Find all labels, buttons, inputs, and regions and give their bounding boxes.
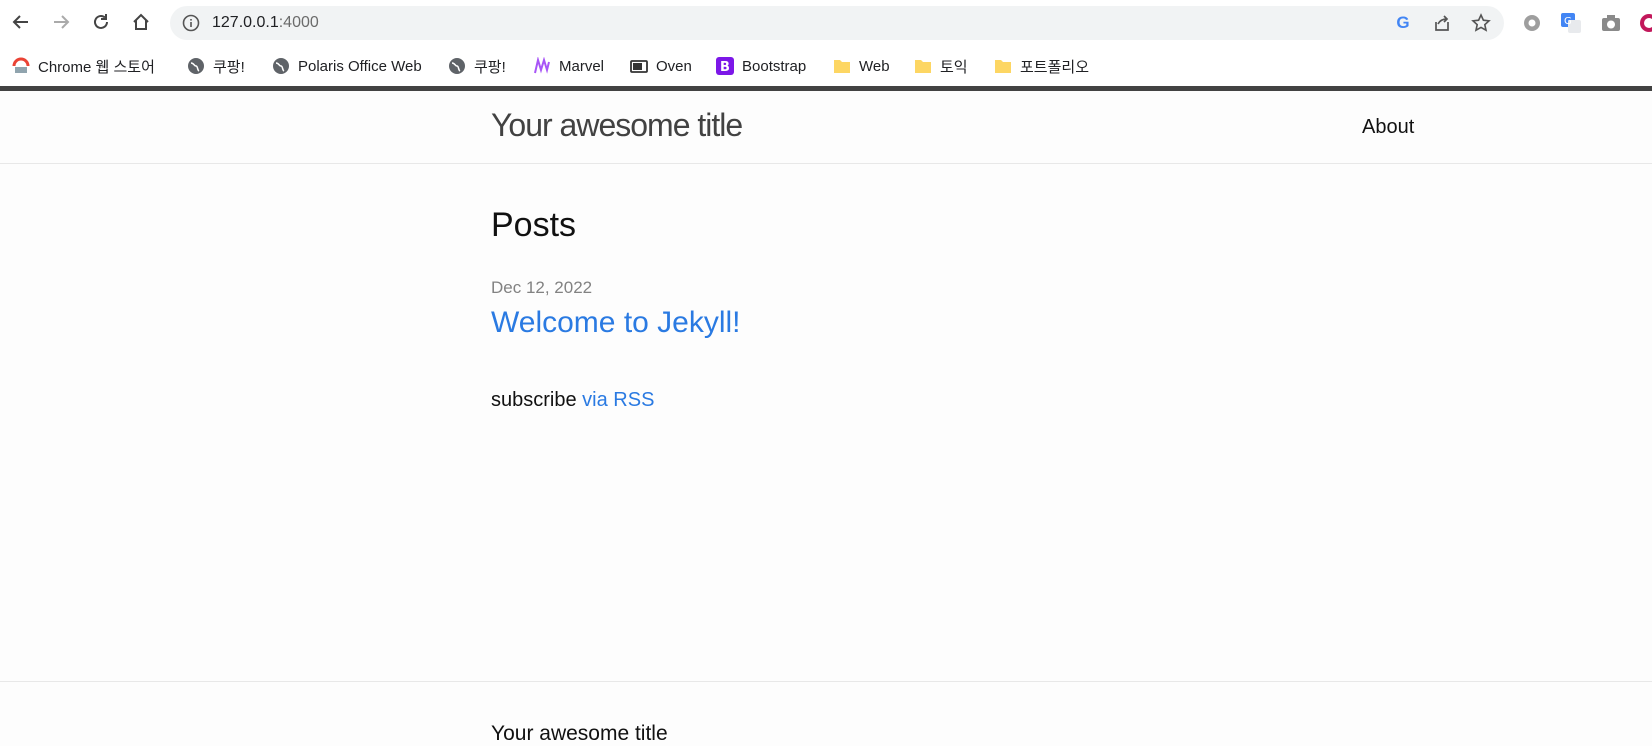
rss-link[interactable]: via RSS: [582, 389, 654, 411]
globe-icon: [448, 57, 466, 75]
profile-extension-icon[interactable]: [1638, 12, 1652, 34]
chrome-web-store-icon: [12, 57, 30, 75]
bookmark-folder-portfolio[interactable]: 포트폴리오: [994, 52, 1089, 80]
bookmark-coupang-1[interactable]: 쿠팡!: [187, 52, 245, 80]
marvel-icon: [533, 57, 551, 75]
site-header: Your awesome title About: [0, 91, 1652, 164]
bookmark-folder-web[interactable]: Web: [833, 52, 890, 80]
post-date: Dec 12, 2022: [491, 278, 593, 297]
site-footer: Your awesome title: [0, 681, 1652, 745]
bookmark-chrome-web-store[interactable]: Chrome 웹 스토어: [12, 52, 155, 80]
extension-gear-icon[interactable]: [1521, 12, 1543, 34]
rss-subscribe: subscribe via RSS: [491, 389, 654, 412]
bookmark-marvel[interactable]: Marvel: [533, 52, 604, 80]
footer-heading: Your awesome title: [491, 722, 668, 745]
posts-heading: Posts: [491, 206, 577, 244]
browser-toolbar: 127.0.0.1:4000 G G: [0, 0, 1652, 46]
folder-icon: [994, 57, 1012, 75]
url-text[interactable]: 127.0.0.1:4000: [212, 14, 319, 32]
site-info-icon[interactable]: [182, 14, 200, 32]
reload-icon: [94, 14, 108, 29]
bookmark-folder-toeic[interactable]: 토익: [914, 52, 968, 80]
home-icon: [133, 13, 149, 30]
bootstrap-icon: B: [716, 57, 734, 75]
forward-arrow-icon: [54, 15, 70, 29]
forward-button[interactable]: [47, 8, 75, 36]
globe-icon: [272, 57, 290, 75]
svg-text:G: G: [1564, 16, 1572, 27]
bookmark-star-icon[interactable]: [1471, 13, 1491, 33]
share-icon[interactable]: [1432, 13, 1452, 33]
site-title-link[interactable]: Your awesome title: [491, 107, 743, 144]
oven-icon: [630, 57, 648, 75]
bookmark-polaris-office[interactable]: Polaris Office Web: [272, 52, 422, 80]
camera-extension-icon[interactable]: [1600, 12, 1622, 34]
address-bar[interactable]: 127.0.0.1:4000 G: [170, 6, 1504, 40]
bookmarks-bar: Chrome 웹 스토어 쿠팡! Polaris Office Web 쿠팡! …: [0, 46, 1652, 86]
google-icon[interactable]: G: [1393, 13, 1413, 33]
post-title-link[interactable]: Welcome to Jekyll!: [491, 306, 741, 340]
nav-about-link[interactable]: About: [1362, 116, 1414, 139]
reload-button[interactable]: [87, 8, 115, 36]
translate-extension-icon[interactable]: G: [1560, 12, 1582, 34]
bookmark-oven[interactable]: Oven: [630, 52, 692, 80]
globe-icon: [187, 57, 205, 75]
bookmark-coupang-2[interactable]: 쿠팡!: [448, 52, 506, 80]
svg-text:B: B: [720, 60, 730, 75]
bookmark-bootstrap[interactable]: B Bootstrap: [716, 52, 806, 80]
folder-icon: [833, 57, 851, 75]
back-arrow-icon: [12, 15, 28, 29]
folder-icon: [914, 57, 932, 75]
subscribe-text: subscribe: [491, 389, 577, 411]
back-button[interactable]: [7, 8, 35, 36]
home-button[interactable]: [127, 8, 155, 36]
